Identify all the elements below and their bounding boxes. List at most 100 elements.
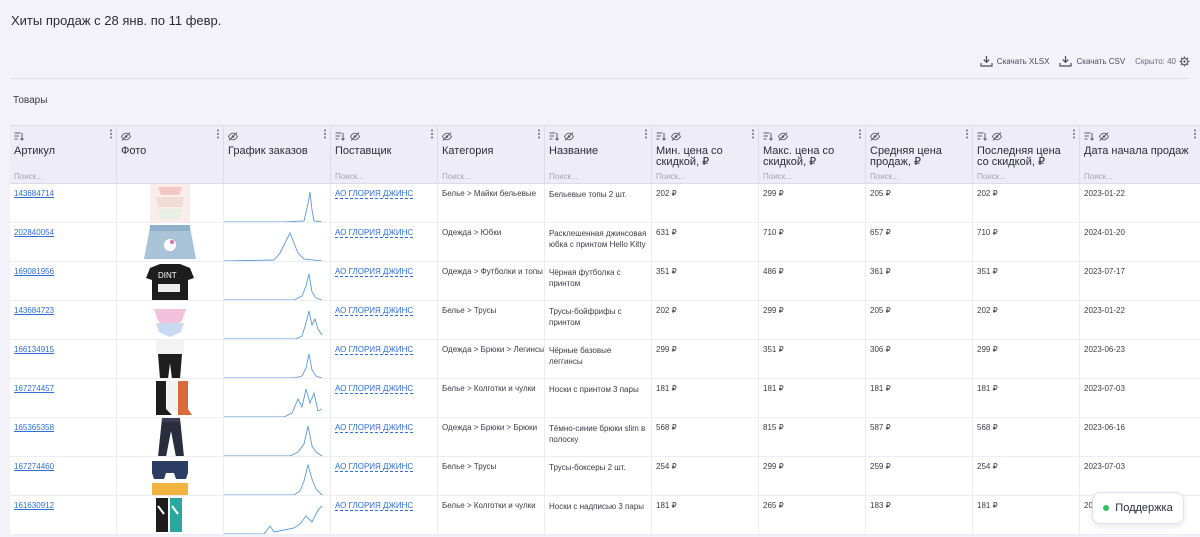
hidden-columns-button[interactable]: Скрыто: 40 [1135,56,1190,67]
column-search-input[interactable]: Поиск... [14,172,43,181]
table-row[interactable]: 143684714 АО ГЛОРИЯ ДЖИНС Белье > Майки бе… [10,184,1200,223]
download-xlsx-label: Скачать XLSX [996,57,1050,66]
supplier-link[interactable]: АО ГЛОРИЯ ДЖИНС [335,267,414,277]
sort-icon[interactable] [549,132,559,141]
column-search-input[interactable]: Поиск... [1084,172,1113,181]
sort-icon[interactable] [335,132,345,141]
table-row[interactable]: 167274457 АО ГЛОРИЯ ДЖИНС Белье > Колготки… [10,379,1200,418]
column-search-input[interactable]: Поиск... [335,172,364,181]
avg-price-cell: 587 ₽ [866,418,973,456]
column-header: Мин. цена со скидкой, ₽ Поиск... [652,126,759,183]
hide-icon[interactable] [121,131,131,141]
orders-sparkline [224,353,323,378]
column-title: Мин. цена со скидкой, ₽ [656,145,723,168]
support-button[interactable]: Поддержка [1092,492,1184,524]
products-table: Артикул Поиск... Фото График заказов Поставщ… [10,125,1200,535]
supplier-link[interactable]: АО ГЛОРИЯ ДЖИНС [335,189,414,199]
article-link[interactable]: 161630912 [14,501,54,510]
supplier-link[interactable]: АО ГЛОРИЯ ДЖИНС [335,501,414,511]
hide-icon[interactable] [350,131,360,141]
article-link[interactable]: 167274460 [14,462,54,471]
orders-chart-cell [224,223,331,261]
hide-icon[interactable] [228,131,238,141]
table-row[interactable]: 167274460 АО ГЛОРИЯ ДЖИНС Белье > Трусы Тру… [10,457,1200,496]
column-menu-icon[interactable] [751,129,755,139]
photo-cell [117,223,224,261]
column-search-input[interactable]: Поиск... [656,172,685,181]
supplier-cell: АО ГЛОРИЯ ДЖИНС [331,340,438,378]
avg-price-cell: 361 ₽ [866,262,973,300]
photo-cell [117,457,224,495]
start-date-cell: 2023-07-03 [1084,384,1125,393]
column-menu-icon[interactable] [430,129,434,139]
column-menu-icon[interactable] [1193,129,1197,139]
article-link[interactable]: 202840054 [14,228,54,237]
column-search-input[interactable]: Поиск... [442,172,471,181]
sort-icon[interactable] [1084,132,1094,141]
column-menu-icon[interactable] [109,129,113,139]
column-search-input[interactable]: Поиск... [870,172,899,181]
download-csv-button[interactable]: Скачать CSV [1059,56,1125,67]
photo-cell [117,496,224,534]
supplier-link[interactable]: АО ГЛОРИЯ ДЖИНС [335,384,414,394]
supplier-link[interactable]: АО ГЛОРИЯ ДЖИНС [335,345,414,355]
hide-icon[interactable] [671,131,681,141]
orders-sparkline [224,463,323,495]
table-row[interactable]: 202840054 АО ГЛОРИЯ ДЖИНС Одежда > Юбки Рас… [10,223,1200,262]
hide-icon[interactable] [442,131,452,141]
supplier-link[interactable]: АО ГЛОРИЯ ДЖИНС [335,423,414,433]
article-link[interactable]: 143684714 [14,189,54,198]
column-menu-icon[interactable] [858,129,862,139]
min-price-cell: 181 ₽ [652,379,759,417]
article-link[interactable]: 165365358 [14,423,54,432]
article-cell: 167274460 [10,457,117,495]
column-icons [549,130,647,142]
supplier-link[interactable]: АО ГЛОРИЯ ДЖИНС [335,462,414,472]
sort-icon[interactable] [656,132,666,141]
last-price-cell: 181 ₽ [973,379,1080,417]
max-price-cell: 299 ₽ [759,457,866,495]
article-link[interactable]: 166134915 [14,345,54,354]
column-menu-icon[interactable] [644,129,648,139]
article-link[interactable]: 143684723 [14,306,54,315]
hide-icon[interactable] [564,131,574,141]
sort-icon[interactable] [977,132,987,141]
table-row[interactable]: 143684723 АО ГЛОРИЯ ДЖИНС Белье > Трусы Тру… [10,301,1200,340]
product-photo [152,461,188,495]
column-menu-icon[interactable] [216,129,220,139]
hide-icon[interactable] [870,131,880,141]
supplier-link[interactable]: АО ГЛОРИЯ ДЖИНС [335,228,414,238]
orders-chart-cell [224,340,331,378]
start-date-cell: 2023-07-17 [1084,267,1125,276]
avg-price-cell: 306 ₽ [866,340,973,378]
hide-icon[interactable] [1099,131,1109,141]
table-row[interactable]: 166134915 АО ГЛОРИЯ ДЖИНС Одежда > Брюки >… [10,340,1200,379]
sort-icon[interactable] [14,132,24,141]
orders-sparkline [224,273,323,300]
sort-icon[interactable] [763,132,773,141]
product-name-cell: Тёмно-синие брюки slim в полоску [545,418,652,456]
column-search-input[interactable]: Поиск... [977,172,1006,181]
hide-icon[interactable] [778,131,788,141]
column-menu-icon[interactable] [323,129,327,139]
supplier-link[interactable]: АО ГЛОРИЯ ДЖИНС [335,306,414,316]
hidden-columns-label: Скрыто: 40 [1135,57,1176,66]
column-search-input[interactable]: Поиск... [549,172,578,181]
article-link[interactable]: 167274457 [14,384,54,393]
article-link[interactable]: 169081956 [14,267,54,276]
divider [11,78,1188,79]
table-row[interactable]: 165365358 АО ГЛОРИЯ ДЖИНС Одежда > Брюки >… [10,418,1200,457]
hide-icon[interactable] [992,131,1002,141]
orders-chart-cell [224,262,331,300]
min-price-cell: 351 ₽ [652,262,759,300]
table-row[interactable]: 161630912 АО ГЛОРИЯ ДЖИНС Белье > Колготки… [10,496,1200,535]
download-xlsx-button[interactable]: Скачать XLSX [980,56,1050,67]
max-price-cell: 265 ₽ [759,496,866,534]
column-menu-icon[interactable] [1072,129,1076,139]
max-price-cell: 181 ₽ [759,379,866,417]
column-header: Название Поиск... [545,126,652,183]
column-menu-icon[interactable] [537,129,541,139]
column-menu-icon[interactable] [965,129,969,139]
column-search-input[interactable]: Поиск... [763,172,792,181]
table-row[interactable]: 169081956 DINT АО ГЛОРИЯ ДЖИНС Одежда > Фут… [10,262,1200,301]
